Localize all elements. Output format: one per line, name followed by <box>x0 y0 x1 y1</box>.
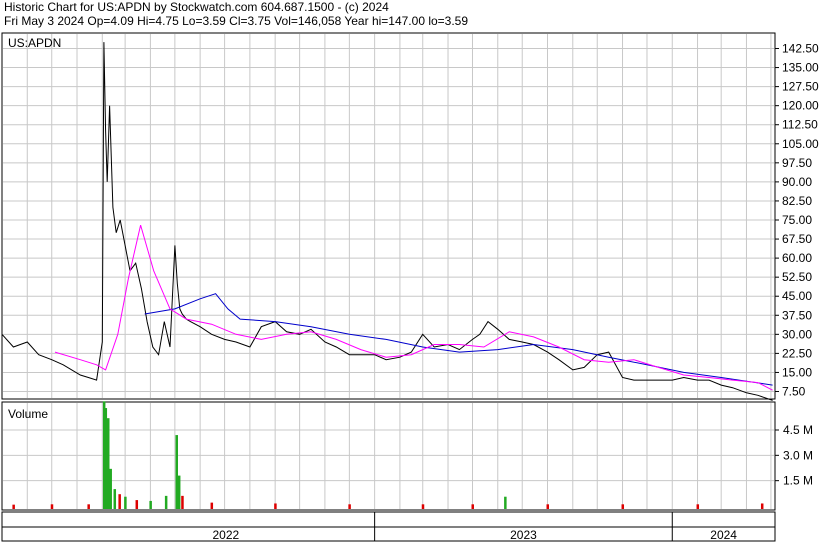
price-tick-label: 30.00 <box>782 327 812 341</box>
price-tick-label: 37.50 <box>782 308 812 322</box>
price-tick-label: 127.50 <box>782 80 819 94</box>
price-tick-label: 67.50 <box>782 232 812 246</box>
volume-bar <box>274 503 277 509</box>
volume-axis: 4.5 M 3.0 M 1.5 M <box>775 423 813 488</box>
price-tick-label: 135.00 <box>782 61 819 75</box>
price-axis: 142.50 135.00 127.50 120.00 112.50 105.00 97.5… <box>775 42 819 399</box>
price-tick-label: 60.00 <box>782 251 812 265</box>
price-tick-label: 142.50 <box>782 42 819 56</box>
price-tick-label: 15.00 <box>782 365 812 379</box>
year-label: 2024 <box>710 528 737 542</box>
volume-bar <box>421 504 425 509</box>
price-tick-label: 120.00 <box>782 99 819 113</box>
volume-panel <box>1 401 776 511</box>
chart-window: Historic Chart for US:APDN by Stockwatch… <box>0 0 830 543</box>
year-label: 2023 <box>510 528 537 542</box>
price-tick-label: 75.00 <box>782 213 812 227</box>
price-tick-label: 82.50 <box>782 194 812 208</box>
volume-bar <box>760 503 764 509</box>
volume-bar <box>50 504 54 509</box>
volume-bar <box>12 504 15 509</box>
volume-label: Volume <box>8 407 48 421</box>
year-label: 2022 <box>212 528 239 542</box>
price-tick-label: 45.00 <box>782 289 812 303</box>
volume-bar <box>118 494 121 509</box>
price-tick-label: 22.50 <box>782 346 812 360</box>
price-tick-label: 52.50 <box>782 270 812 284</box>
price-tick-label: 105.00 <box>782 137 819 151</box>
volume-bar <box>210 502 214 509</box>
volume-bar <box>164 495 168 509</box>
volume-tick-label: 3.0 M <box>783 448 813 462</box>
volume-bar <box>621 504 625 509</box>
price-panel <box>1 32 776 400</box>
price-tick-label: 7.50 <box>782 385 806 399</box>
volume-bar <box>135 500 139 509</box>
volume-bar <box>124 496 127 509</box>
volume-bar <box>104 408 108 509</box>
symbol-label: US:APDN <box>8 36 61 50</box>
volume-bar <box>696 504 700 509</box>
price-tick-label: 112.50 <box>782 118 818 132</box>
volume-bar <box>504 496 507 509</box>
volume-bar <box>109 468 112 509</box>
volume-bar <box>107 418 110 509</box>
volume-bar <box>113 489 117 509</box>
stock-chart: 142.50 135.00 127.50 120.00 112.50 105.00 97.5… <box>1 32 819 542</box>
volume-tick-label: 4.5 M <box>783 423 813 437</box>
volume-bar <box>471 504 474 509</box>
volume-bar <box>177 475 181 509</box>
volume-bar <box>87 504 90 509</box>
volume-tick-label: 1.5 M <box>783 474 813 488</box>
volume-bar <box>546 504 550 509</box>
price-tick-label: 97.50 <box>782 156 812 170</box>
volume-bar <box>348 504 351 509</box>
volume-bar <box>181 495 184 509</box>
volume-bar <box>149 500 152 509</box>
price-tick-label: 90.00 <box>782 175 812 189</box>
volume-bar <box>175 435 178 509</box>
